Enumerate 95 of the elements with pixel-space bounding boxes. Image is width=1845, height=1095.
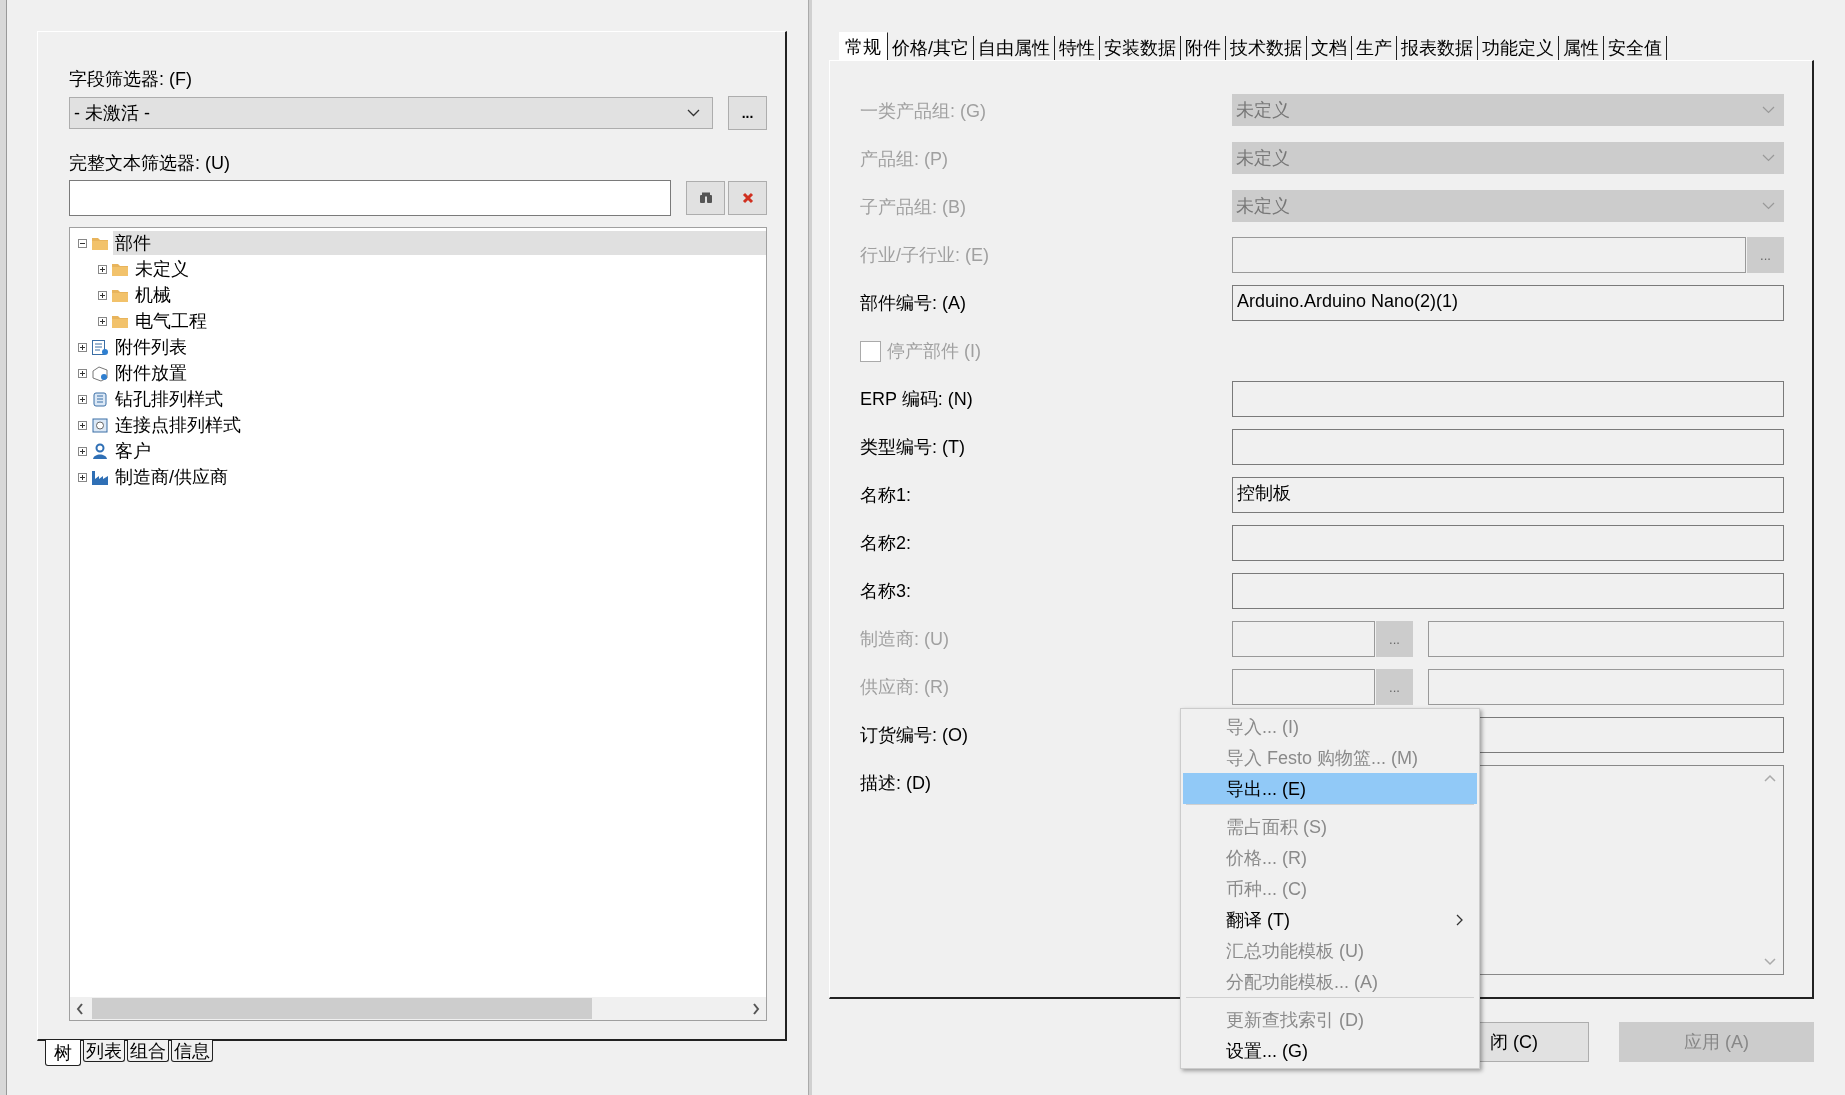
box-icon — [91, 364, 109, 382]
tab[interactable]: 报表数据 — [1397, 36, 1478, 60]
tab[interactable]: 安装数据 — [1100, 36, 1181, 60]
chevron-up-icon[interactable] — [1764, 774, 1776, 782]
folder-icon — [111, 313, 129, 329]
field-label: 制造商: (U) — [860, 628, 950, 651]
tab[interactable]: 属性 — [1559, 36, 1604, 60]
view-tab[interactable]: 列表 — [83, 1040, 125, 1062]
field-label: ERP 编码: (N) — [860, 388, 974, 411]
input-field[interactable]: 控制板 — [1232, 477, 1784, 513]
tab[interactable]: 常规 — [839, 32, 888, 60]
field-label: 字段筛选器: (F) — [69, 68, 193, 91]
clear-button[interactable] — [728, 181, 767, 215]
horizontal-scrollbar[interactable] — [70, 997, 766, 1020]
input-field[interactable] — [1232, 381, 1784, 417]
expand-icon[interactable] — [98, 264, 107, 274]
view-tab[interactable]: 组合 — [127, 1040, 169, 1062]
tab[interactable]: 文档 — [1307, 36, 1352, 60]
input-field[interactable] — [1428, 669, 1784, 705]
expand-icon[interactable] — [78, 342, 87, 352]
field-label: 子产品组: (B) — [860, 196, 967, 219]
expand-icon[interactable] — [98, 316, 107, 326]
tree-item[interactable]: 电气工程 — [133, 309, 209, 333]
tab[interactable]: 自由属性 — [974, 36, 1055, 60]
tab[interactable]: 安全值 — [1604, 36, 1667, 60]
field-label: 产品组: (P) — [860, 148, 949, 171]
tree-item[interactable]: 钻孔排列样式 — [113, 387, 225, 411]
browse-button[interactable]: ... — [728, 96, 767, 130]
factory-icon — [91, 468, 109, 486]
tab[interactable]: 附件 — [1181, 36, 1226, 60]
menu-item[interactable]: 翻译 (T) — [1183, 904, 1477, 935]
input-field[interactable] — [1232, 621, 1375, 657]
expand-icon[interactable] — [78, 472, 87, 482]
tab[interactable]: 生产 — [1352, 36, 1397, 60]
input-field[interactable] — [1232, 669, 1375, 705]
input-field[interactable] — [1232, 429, 1784, 465]
checkbox-label: 停产部件 (I) — [887, 340, 982, 363]
expand-icon[interactable] — [78, 420, 87, 430]
menu-item[interactable]: 导出... (E) — [1183, 773, 1477, 804]
tree-item[interactable]: 未定义 — [133, 257, 191, 281]
input-field[interactable] — [1428, 621, 1784, 657]
person-icon — [91, 442, 109, 460]
chevron-left-icon[interactable] — [76, 1002, 84, 1015]
tab[interactable]: 技术数据 — [1226, 36, 1307, 60]
chevron-down-icon[interactable] — [1764, 958, 1776, 966]
chevron-down-icon — [1762, 106, 1775, 114]
input-field[interactable] — [1232, 525, 1784, 561]
tree-item[interactable]: 客户 — [113, 439, 153, 463]
tree-item[interactable]: 附件列表 — [113, 335, 189, 359]
input-field[interactable] — [1232, 237, 1746, 273]
view-tab[interactable]: 信息 — [171, 1040, 213, 1062]
expand-icon[interactable] — [98, 290, 107, 300]
field-label: 名称1: — [860, 484, 912, 507]
menu-item[interactable]: 设置... (G) — [1183, 1035, 1477, 1066]
field-label: 描述: (D) — [860, 772, 932, 795]
tab[interactable]: 特性 — [1055, 36, 1100, 60]
binoculars-icon — [698, 192, 713, 204]
field-label: 订货编号: (O) — [860, 724, 969, 747]
field-label: 行业/子行业: (E) — [860, 244, 990, 267]
chevron-down-icon — [687, 109, 700, 117]
target-icon — [91, 416, 109, 434]
field-label: 名称2: — [860, 532, 912, 555]
folder-icon — [91, 235, 109, 251]
tab[interactable]: 价格/其它 — [888, 36, 974, 60]
field-label: 完整文本筛选器: (U) — [69, 152, 231, 175]
expand-icon[interactable] — [78, 394, 87, 404]
collapse-icon[interactable] — [78, 238, 87, 248]
field-label: 一类产品组: (G) — [860, 100, 987, 123]
view-tab[interactable]: 树 — [45, 1040, 81, 1066]
text-filter-field[interactable] — [69, 180, 672, 216]
chevron-down-icon — [1762, 202, 1775, 210]
search-button[interactable] — [686, 181, 726, 215]
field-label: 名称3: — [860, 580, 912, 603]
list-icon — [91, 338, 109, 356]
field-label: 部件编号: (A) — [860, 292, 967, 315]
close-icon — [741, 192, 754, 204]
tree-item[interactable]: 机械 — [133, 283, 173, 307]
folder-icon — [111, 261, 129, 277]
field-label: 供应商: (R) — [860, 676, 950, 699]
chevron-down-icon — [1762, 154, 1775, 162]
tree-item[interactable]: 连接点排列样式 — [113, 413, 243, 437]
filter-dropdown[interactable]: - 未激活 - — [69, 97, 713, 129]
chevron-right-icon[interactable] — [752, 1002, 760, 1015]
input-field[interactable]: Arduino.Arduino Nano(2)(1) — [1232, 285, 1784, 321]
chevron-right-icon — [1456, 913, 1463, 926]
chip-icon — [91, 390, 109, 408]
expand-icon[interactable] — [78, 446, 87, 456]
folder-icon — [111, 287, 129, 303]
tree-item[interactable]: 部件 — [113, 231, 766, 255]
expand-icon[interactable] — [78, 368, 87, 378]
tab[interactable]: 功能定义 — [1478, 36, 1559, 60]
tree-item[interactable]: 制造商/供应商 — [113, 465, 230, 489]
tree-item[interactable]: 附件放置 — [113, 361, 189, 385]
input-field[interactable] — [1232, 573, 1784, 609]
field-label: 类型编号: (T) — [860, 436, 966, 459]
